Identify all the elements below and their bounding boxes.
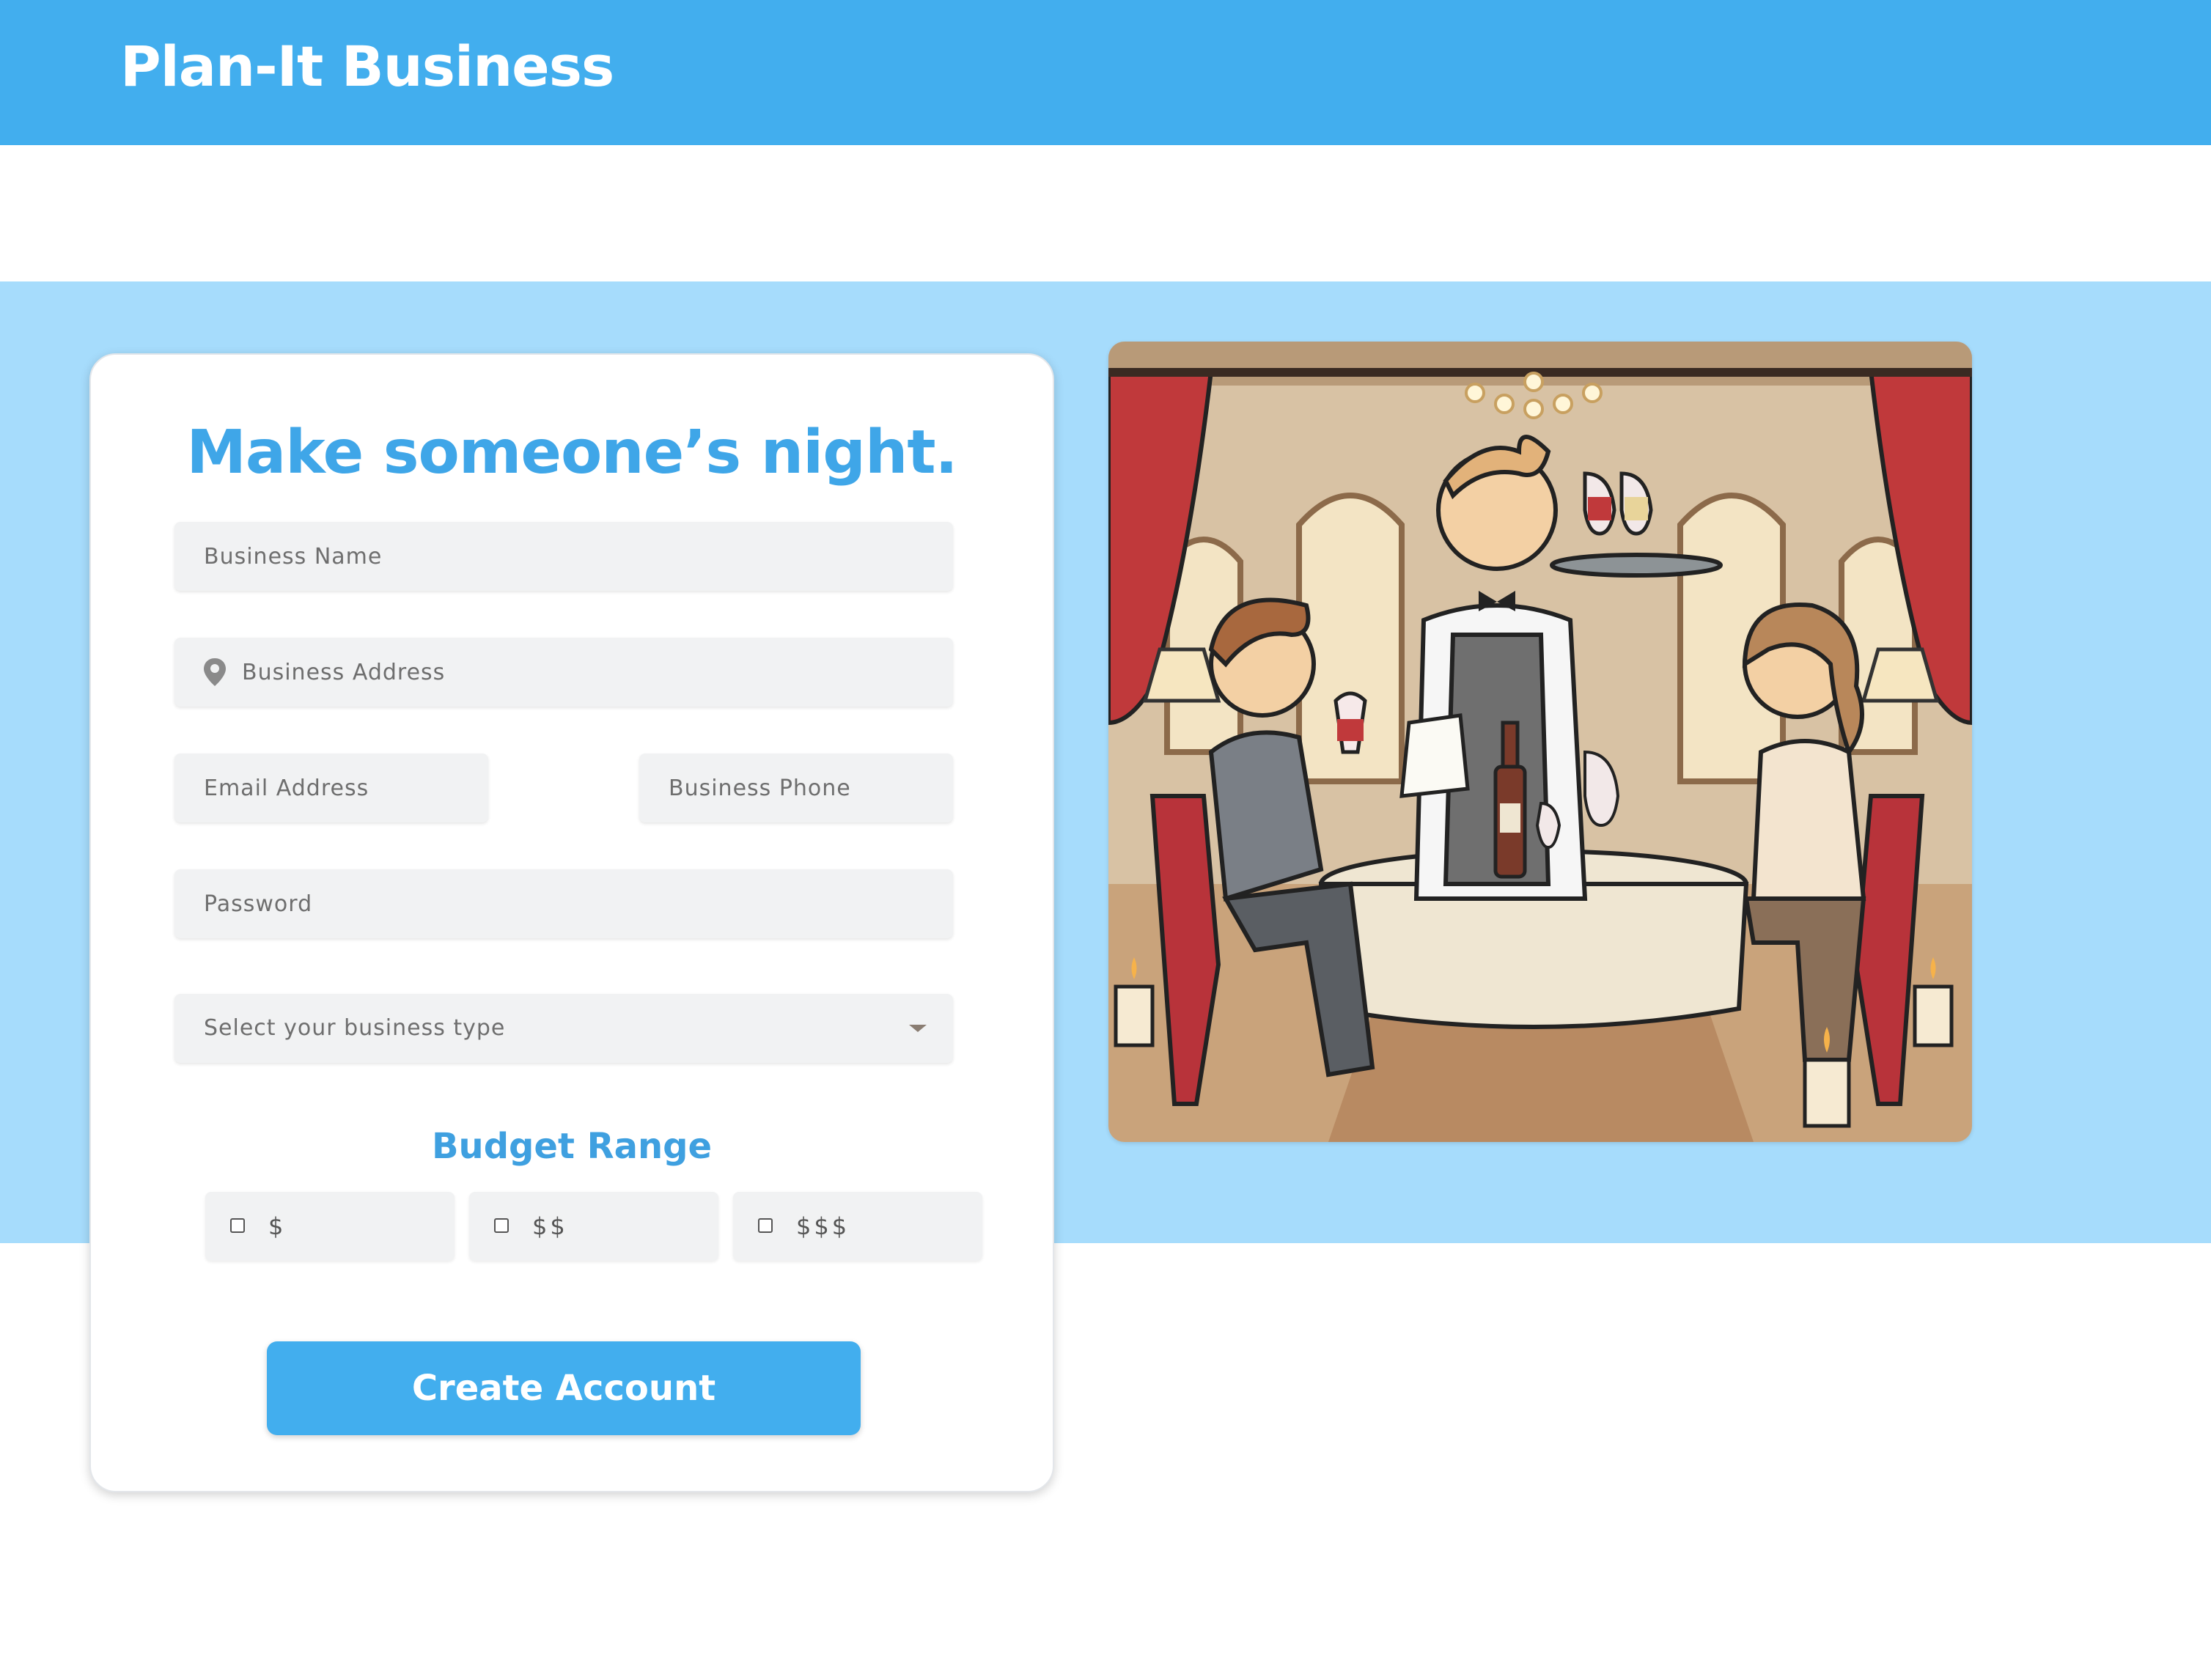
budget-checkbox[interactable] xyxy=(230,1218,245,1233)
business-phone-input[interactable] xyxy=(639,754,953,822)
business-type-select[interactable]: Select your business type xyxy=(174,994,953,1063)
business-address-input[interactable] xyxy=(174,638,953,707)
email-input[interactable] xyxy=(174,754,488,822)
signup-form-card: Make someone’s night. Select your busine… xyxy=(89,353,1054,1492)
budget-option-1[interactable]: $ xyxy=(205,1192,455,1261)
create-account-button[interactable]: Create Account xyxy=(267,1341,861,1435)
chevron-down-icon xyxy=(909,1025,927,1032)
budget-option-3[interactable]: $$$ xyxy=(733,1192,982,1261)
restaurant-dining-illustration xyxy=(1108,342,1972,1142)
password-field[interactable] xyxy=(174,869,953,938)
brand-logo-text[interactable]: Plan-It Business xyxy=(120,34,614,99)
budget-option-label: $ xyxy=(268,1212,287,1240)
form-headline: Make someone’s night. xyxy=(186,418,957,487)
budget-checkbox[interactable] xyxy=(758,1218,773,1233)
business-name-input[interactable] xyxy=(174,522,953,591)
business-phone-field[interactable] xyxy=(639,754,953,822)
budget-option-label: $$ xyxy=(532,1212,568,1240)
password-input[interactable] xyxy=(174,869,953,938)
budget-option-label: $$$ xyxy=(796,1212,850,1240)
budget-range-title: Budget Range xyxy=(431,1126,713,1167)
business-type-selected-value: Select your business type xyxy=(204,1015,506,1041)
top-navigation-bar: Plan-It Business xyxy=(0,0,2211,145)
business-name-field[interactable] xyxy=(174,522,953,591)
illustration-canvas xyxy=(1108,342,1972,1142)
budget-checkbox[interactable] xyxy=(494,1218,509,1233)
email-field[interactable] xyxy=(174,754,488,822)
business-address-field[interactable] xyxy=(174,638,953,707)
budget-option-2[interactable]: $$ xyxy=(469,1192,718,1261)
